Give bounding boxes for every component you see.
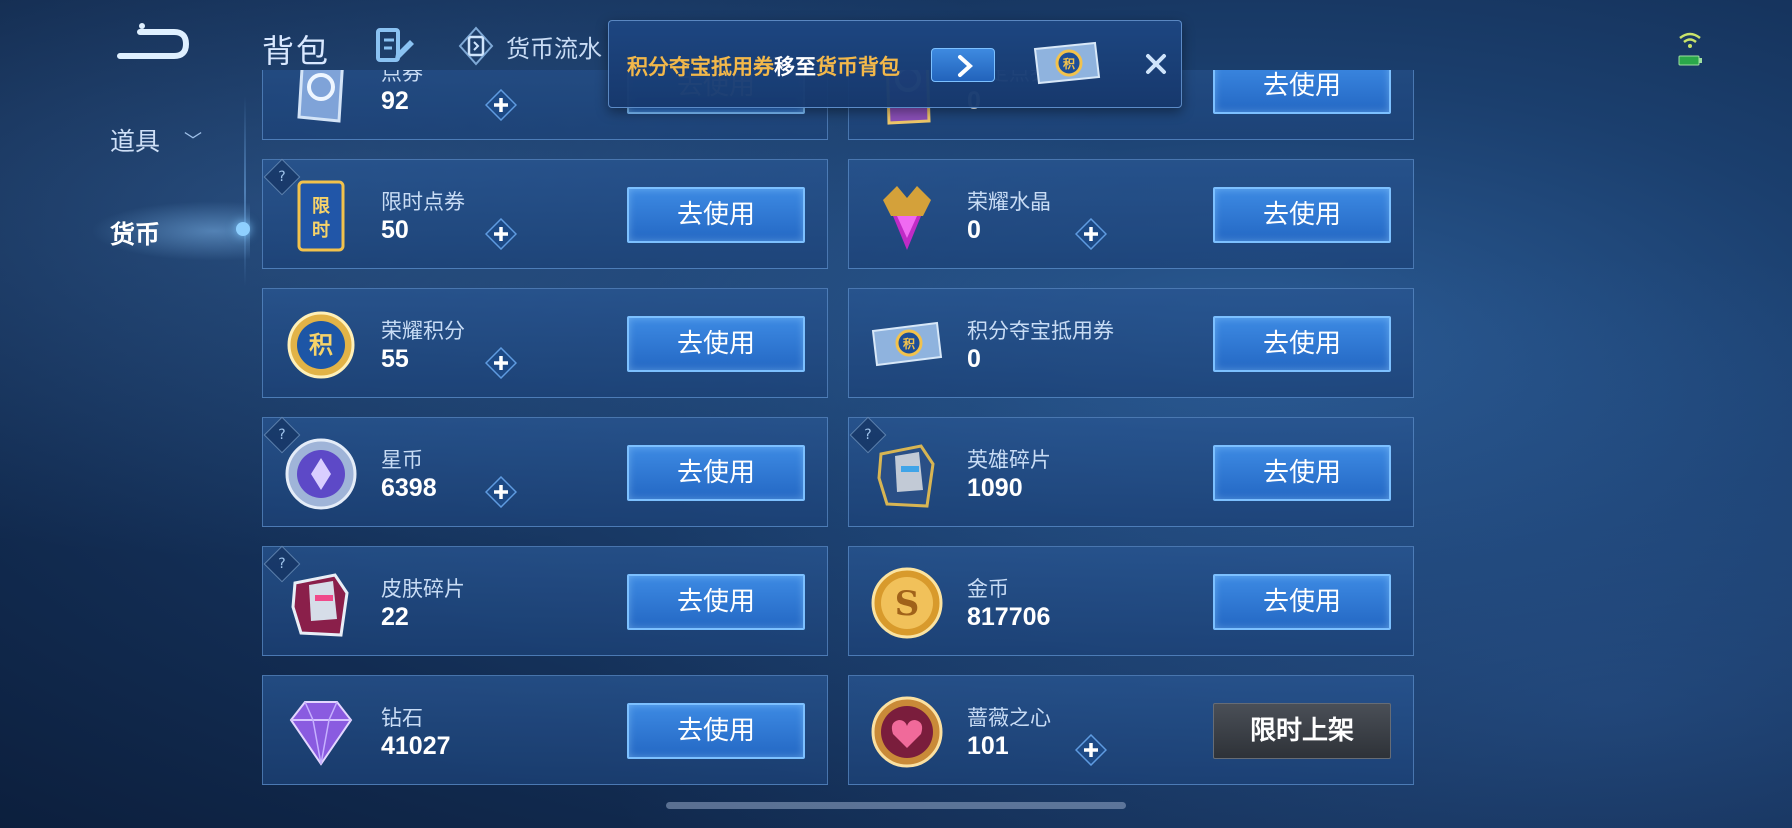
toast-message: 积分夺宝抵用券移至货币背包 bbox=[627, 51, 900, 81]
back-button[interactable] bbox=[112, 22, 192, 66]
currency-card: 钻石 41027 去使用 bbox=[262, 675, 828, 785]
points-coin-icon: 积 bbox=[287, 311, 355, 379]
use-button[interactable]: 去使用 bbox=[627, 445, 805, 501]
item-name: 英雄碎片 bbox=[967, 448, 1051, 472]
sidebar-item-label: 货币 bbox=[110, 220, 161, 249]
limited-sale-button[interactable]: 限时上架 bbox=[1213, 703, 1391, 759]
skin-fragment-icon bbox=[291, 573, 349, 637]
item-name: 星币 bbox=[381, 448, 423, 472]
rose-heart-icon bbox=[871, 696, 943, 768]
sidebar-item-props[interactable]: 道具 ﹀ bbox=[110, 122, 202, 158]
add-button[interactable] bbox=[485, 476, 517, 508]
toast-target: 货币背包 bbox=[816, 55, 900, 79]
use-button[interactable]: 去使用 bbox=[1213, 316, 1391, 372]
use-button[interactable]: 去使用 bbox=[1213, 187, 1391, 243]
arrow-right-icon bbox=[958, 55, 973, 77]
item-count: 50 bbox=[381, 216, 409, 244]
toast-go-button[interactable] bbox=[931, 48, 995, 82]
use-button[interactable]: 去使用 bbox=[1213, 574, 1391, 630]
currency-card: S 金币 817706 去使用 bbox=[848, 546, 1414, 656]
currency-card: ? 星币 6398 去使用 bbox=[262, 416, 828, 527]
item-count: 0 bbox=[967, 345, 981, 373]
svg-text:时: 时 bbox=[312, 220, 330, 241]
item-name: 积分夺宝抵用券 bbox=[967, 319, 1114, 343]
toast-connector: 移至 bbox=[774, 55, 816, 79]
use-button[interactable]: 去使用 bbox=[627, 187, 805, 243]
sidebar-item-currency[interactable]: 货币 bbox=[110, 215, 160, 251]
voucher-icon: 积 bbox=[1033, 41, 1101, 85]
tab-currency-flow[interactable]: 货币流水 bbox=[458, 26, 602, 66]
crystal-icon bbox=[883, 186, 931, 250]
page-title: 背包 bbox=[262, 32, 331, 70]
item-count: 55 bbox=[381, 345, 409, 373]
tab-currency-flow-label: 货币流水 bbox=[506, 34, 602, 63]
currency-card: 积 荣耀积分 55 去使用 bbox=[262, 288, 828, 398]
ticket-icon bbox=[297, 70, 344, 123]
use-button[interactable]: 去使用 bbox=[1213, 445, 1391, 501]
svg-text:限: 限 bbox=[312, 196, 331, 217]
sidebar-selection-dot bbox=[236, 222, 250, 236]
notification-toast: 积分夺宝抵用券移至货币背包 积 bbox=[608, 20, 1182, 108]
item-count: 101 bbox=[967, 732, 1009, 760]
item-count: 92 bbox=[381, 87, 409, 115]
item-name: 点券 bbox=[381, 70, 423, 85]
scroll-indicator[interactable] bbox=[666, 802, 1126, 809]
use-button[interactable]: 去使用 bbox=[627, 703, 805, 759]
item-count: 817706 bbox=[967, 603, 1051, 631]
currency-card: ? 限时限时点券 50 去使用 bbox=[262, 158, 828, 269]
item-count: 1090 bbox=[967, 474, 1023, 502]
item-name: 荣耀水晶 bbox=[967, 190, 1051, 214]
toast-item-name: 积分夺宝抵用券 bbox=[627, 55, 774, 79]
limited-ticket-icon: 限时 bbox=[297, 180, 345, 252]
add-button[interactable] bbox=[1075, 734, 1107, 766]
star-coin-icon bbox=[285, 438, 357, 510]
sidebar-item-label: 道具 bbox=[110, 127, 161, 156]
item-name: 金币 bbox=[967, 577, 1009, 601]
add-button[interactable] bbox=[485, 347, 517, 379]
currency-card: 荣耀水晶 0 去使用 bbox=[848, 159, 1414, 269]
item-count: 0 bbox=[967, 216, 981, 244]
use-button[interactable]: 去使用 bbox=[627, 574, 805, 630]
add-button[interactable] bbox=[485, 89, 517, 121]
item-name: 蔷薇之心 bbox=[967, 706, 1051, 730]
svg-text:积: 积 bbox=[309, 331, 333, 359]
currency-card: ? 皮肤碎片 22 去使用 bbox=[262, 545, 828, 656]
item-count: 41027 bbox=[381, 732, 451, 760]
chevron-down-icon: ﹀ bbox=[184, 131, 203, 152]
item-name: 限时点券 bbox=[381, 190, 465, 214]
diamond-icon bbox=[289, 701, 353, 766]
network-battery-icon bbox=[1678, 32, 1702, 66]
close-icon[interactable] bbox=[1139, 47, 1173, 81]
currency-card: 蔷薇之心 101 限时上架 bbox=[848, 675, 1414, 785]
svg-text:积: 积 bbox=[1063, 56, 1075, 71]
add-button[interactable] bbox=[1075, 218, 1107, 250]
svg-text:S: S bbox=[895, 584, 920, 624]
item-count: 6398 bbox=[381, 474, 437, 502]
flow-icon bbox=[458, 26, 494, 66]
currency-grid: 点券92去使用绑定点券0去使用?限时限时点券50去使用荣耀水晶0去使用积荣耀积分… bbox=[262, 70, 1414, 828]
svg-text:积: 积 bbox=[903, 336, 915, 351]
currency-card: ? 英雄碎片 1090 去使用 bbox=[848, 416, 1414, 527]
edit-icon[interactable] bbox=[376, 28, 416, 64]
add-button[interactable] bbox=[485, 218, 517, 250]
item-count: 22 bbox=[381, 603, 409, 631]
use-button[interactable]: 去使用 bbox=[1213, 70, 1391, 114]
item-name: 钻石 bbox=[381, 706, 423, 730]
hero-fragment-icon bbox=[877, 444, 935, 508]
voucher-icon: 积 bbox=[871, 321, 943, 367]
item-name: 荣耀积分 bbox=[381, 319, 465, 343]
currency-card: 积 积分夺宝抵用券 0 去使用 bbox=[848, 288, 1414, 398]
gold-coin-icon: S bbox=[871, 567, 943, 639]
use-button[interactable]: 去使用 bbox=[627, 316, 805, 372]
item-name: 皮肤碎片 bbox=[381, 577, 465, 601]
